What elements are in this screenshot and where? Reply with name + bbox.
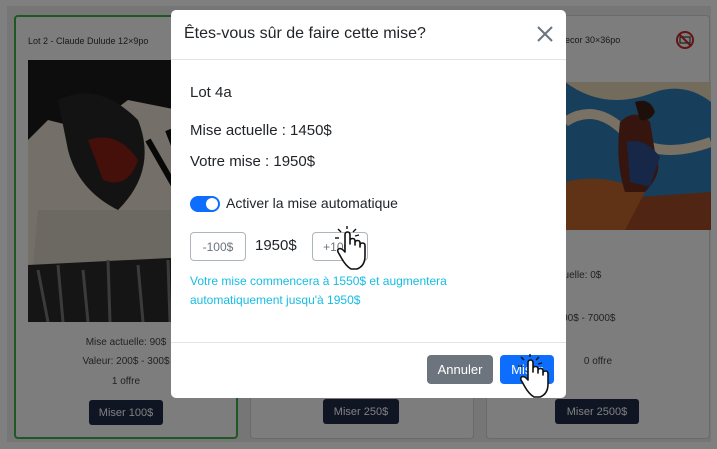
decrement-button[interactable]: -100$	[190, 232, 246, 261]
cancel-button[interactable]: Annuler	[427, 355, 493, 384]
auto-bid-toggle[interactable]	[190, 196, 220, 212]
increment-button[interactable]: +100$	[312, 232, 368, 261]
current-bid: Mise actuelle : 1450$	[190, 122, 332, 139]
confirm-bid-button[interactable]: Miser	[500, 355, 554, 384]
auto-bid-label: Activer la mise automatique	[226, 195, 398, 211]
close-icon[interactable]	[534, 23, 556, 45]
lot-name: Lot 4a	[190, 84, 232, 101]
bid-amount: 1950$	[255, 237, 297, 254]
modal-title: Êtes-vous sûr de faire cette mise?	[184, 25, 426, 42]
bid-confirm-modal: Êtes-vous sûr de faire cette mise? Lot 4…	[171, 10, 566, 398]
your-bid: Votre mise : 1950$	[190, 153, 316, 170]
auto-bid-hint: Votre mise commencera à 1550$ et augment…	[190, 274, 447, 307]
